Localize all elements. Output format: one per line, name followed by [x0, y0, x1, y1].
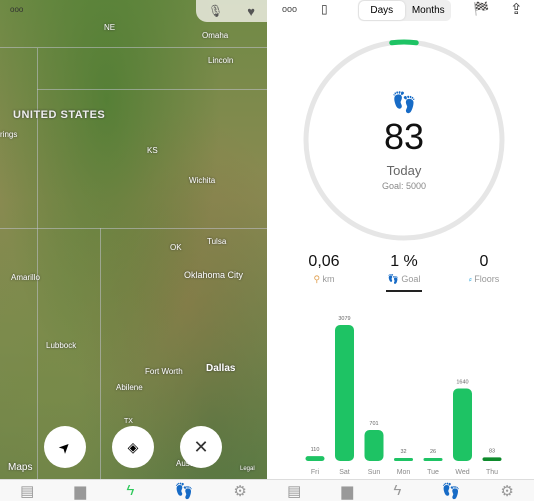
close-map-button[interactable]: ✕ [180, 426, 222, 468]
map-label: Wichita [189, 176, 216, 185]
chart-icon[interactable]: ▆ [75, 482, 87, 500]
weekly-steps-chart: 110 Fri 3079 Sat 701 Sun 32 Mon 26 Tue 1640 Wed 83 Th… [305, 316, 502, 476]
stat-goal[interactable]: 1 % 👣 Goal [364, 253, 444, 292]
bar-wed[interactable] [453, 388, 472, 461]
gear-icon[interactable]: ⚙ [233, 482, 246, 500]
period-segmented-control: Days Months [358, 0, 451, 21]
layers-icon: ◈ [127, 438, 139, 455]
gear-icon[interactable]: ⚙ [500, 482, 513, 500]
goal-label: Goal: 5000 [381, 181, 427, 191]
distance-unit: km [322, 274, 335, 284]
bar-value-label: 32 [400, 449, 406, 455]
bolt-icon[interactable]: ϟ [393, 482, 401, 499]
bar-value-label: 701 [369, 421, 378, 427]
day-label: Fri [311, 469, 320, 476]
bar-value-label: 83 [489, 448, 495, 454]
location-arrow-icon: ➤ [54, 436, 75, 457]
day-label: Sat [339, 469, 350, 476]
bar-sun[interactable] [364, 430, 384, 461]
day-label: Thu [486, 469, 498, 476]
map-label: TX [124, 418, 133, 425]
bar-value-label: 110 [311, 447, 320, 453]
bar-value-label: 1640 [456, 380, 468, 386]
bolt-icon[interactable]: ϟ [126, 482, 134, 499]
day-label: Tue [427, 469, 439, 476]
footprints-icon[interactable]: 👣 [442, 482, 461, 500]
footprints-icon[interactable]: 👣 [175, 482, 194, 500]
map-label: Amarillo [11, 273, 40, 282]
day-label: Wed [455, 469, 469, 476]
map-top-controls: 🎙 ♥ [196, 0, 267, 22]
map-label: Dallas [206, 363, 236, 374]
bar-fri[interactable] [305, 456, 325, 461]
map-view[interactable]: ooo 🎙 ♥ NE Omaha Lincoln UNITED STATES r… [0, 0, 267, 501]
tab-months[interactable]: Months [406, 0, 452, 21]
footprints-icon: 👣 [391, 92, 417, 114]
checkered-flag-icon[interactable]: 🏁 [473, 1, 489, 17]
tab-bar: ▤ ▆ ϟ 👣 ⚙ [0, 479, 267, 501]
microphone-icon[interactable]: 🎙 [208, 4, 223, 18]
more-icon[interactable]: ooo [282, 4, 297, 14]
footprints-icon: 👣 [387, 274, 399, 284]
map-label: Lincoln [208, 56, 234, 65]
tab-days[interactable]: Days [359, 1, 405, 20]
bar-value-label: 3079 [338, 316, 350, 322]
maps-attribution: Maps [8, 462, 33, 473]
map-label: UNITED STATES [13, 109, 106, 121]
steps-panel: ooo ▯ Days Months 🏁 ⇪ 👣 83 Today Goal: 5… [267, 0, 534, 501]
day-label: Sun [368, 469, 381, 476]
map-label: Abilene [116, 383, 143, 392]
clipboard-icon[interactable]: ▤ [287, 482, 301, 500]
map-label: Oklahoma City [184, 270, 244, 280]
stat-floors[interactable]: 0 ⸗ Floors [444, 253, 524, 284]
layers-button[interactable]: ◈ [112, 426, 154, 468]
bar-thu[interactable] [482, 457, 502, 461]
map-label: KS [147, 146, 158, 155]
bar-value-label: 26 [430, 449, 436, 455]
map-label: rings [0, 130, 18, 139]
map-label: Tulsa [207, 237, 227, 246]
map-label: NE [104, 23, 116, 32]
close-icon: ✕ [193, 436, 209, 457]
clipboard-icon[interactable]: ▤ [20, 482, 34, 500]
device-icon[interactable]: ▯ [321, 2, 328, 16]
bar-mon[interactable] [394, 458, 413, 461]
steps-count: 83 [383, 116, 425, 157]
map-more-icon[interactable]: ooo [10, 5, 23, 14]
selected-indicator [386, 290, 422, 292]
today-label: Today [386, 163, 422, 178]
map-label: Omaha [202, 31, 229, 40]
tab-bar: ▤ ▆ ϟ 👣 ⚙ [267, 479, 534, 501]
heart-icon[interactable]: ♥ [247, 4, 255, 19]
map-label: OK [170, 243, 182, 252]
bar-sat[interactable] [335, 325, 354, 461]
share-icon[interactable]: ⇪ [510, 0, 523, 18]
map-label: Fort Worth [145, 367, 183, 376]
goal-label: Goal [401, 274, 421, 284]
goal-percent: 1 % [390, 253, 418, 270]
locate-button[interactable]: ➤ [44, 426, 86, 468]
floors-label: Floors [474, 274, 500, 284]
pin-icon: ⚲ [313, 274, 321, 284]
distance-value: 0,06 [308, 253, 340, 270]
chart-icon[interactable]: ▆ [342, 482, 354, 500]
stat-distance[interactable]: 0,06 ⚲ km [284, 253, 364, 285]
legal-link[interactable]: Legal [240, 466, 255, 472]
floors-value: 0 [479, 253, 489, 270]
bar-tue[interactable] [423, 458, 443, 461]
day-label: Mon [397, 469, 411, 476]
stairs-icon: ⸗ [468, 274, 472, 284]
map-label: Lubbock [46, 341, 77, 350]
